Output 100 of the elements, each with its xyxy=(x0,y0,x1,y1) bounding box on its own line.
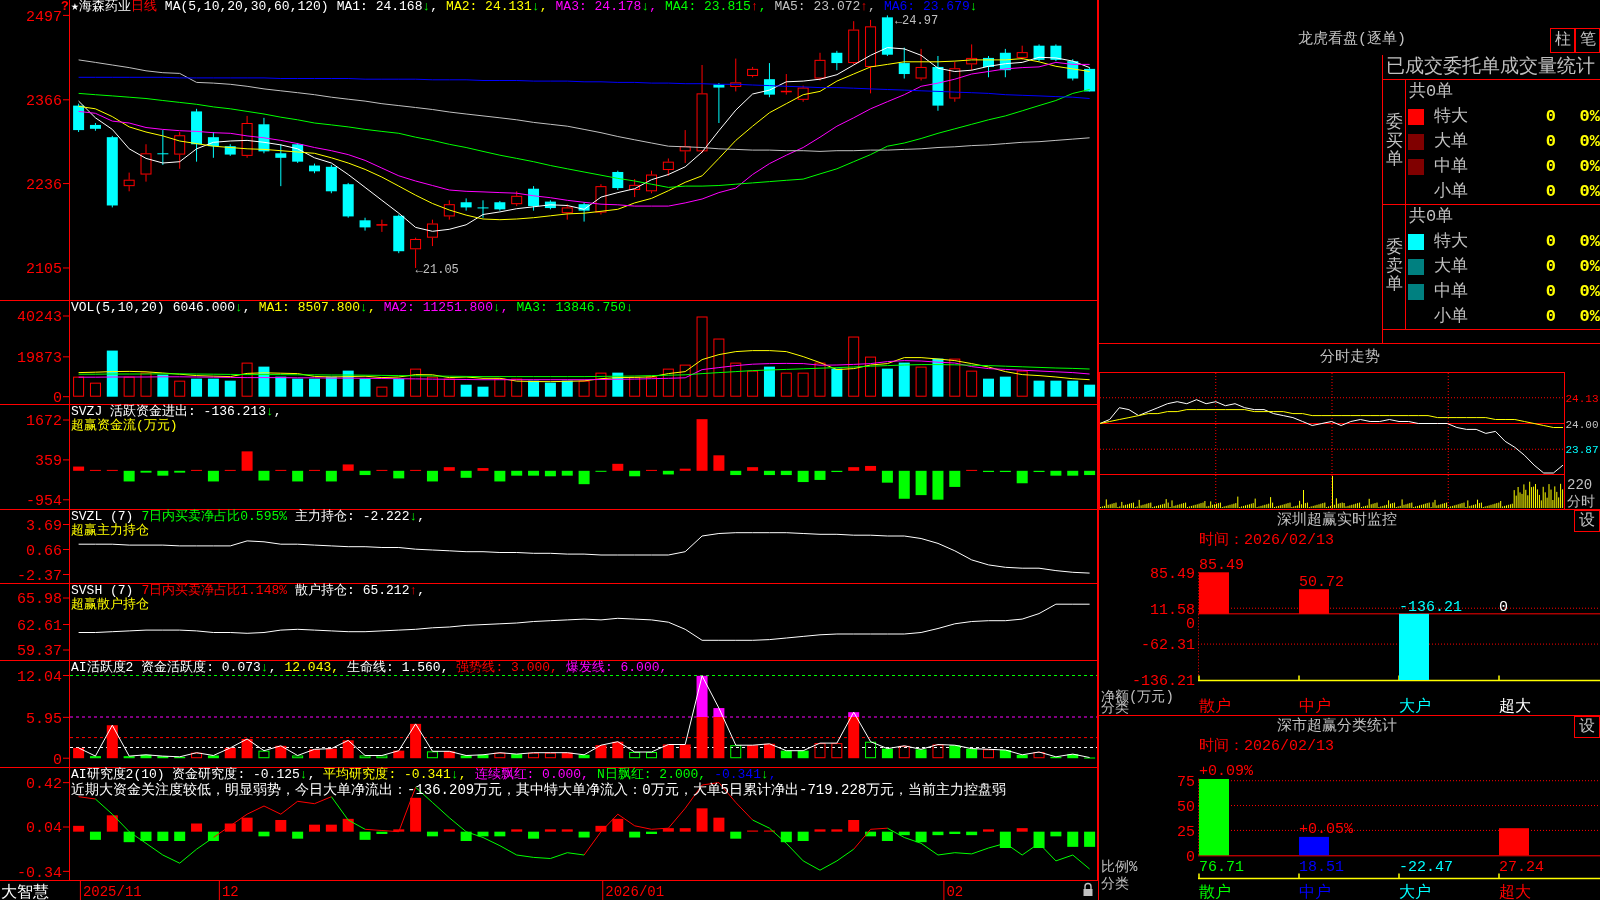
chart-bar xyxy=(983,829,994,832)
chart-bar xyxy=(443,467,455,471)
change-label: +0.05% xyxy=(1299,820,1353,838)
share-value: 0% xyxy=(1579,231,1600,251)
chart-bar xyxy=(443,751,455,759)
candle xyxy=(89,122,101,132)
chart-bar xyxy=(696,717,708,759)
chart-bar xyxy=(797,750,809,759)
chart-bar xyxy=(865,741,877,759)
chart-bar xyxy=(578,754,590,759)
chart-bar xyxy=(578,831,590,838)
help-button[interactable]: ? xyxy=(61,0,69,13)
candle xyxy=(848,20,860,65)
chart-bar xyxy=(831,829,843,832)
chart-bar xyxy=(528,831,540,839)
chart-bar xyxy=(1033,380,1045,397)
chart-bar xyxy=(1067,831,1079,847)
chart-bar xyxy=(544,382,556,397)
chart-bar xyxy=(747,745,759,759)
axis-label: 59.37 xyxy=(17,643,62,660)
value-label: -22.47 xyxy=(1399,859,1453,876)
axis-label: 0 xyxy=(53,751,62,767)
size-label: 小单 xyxy=(1434,306,1468,326)
axis-label: -62.31 xyxy=(1141,637,1195,655)
value-label: -136.21 xyxy=(1399,598,1462,616)
chart-bar xyxy=(157,470,169,476)
chart-bar xyxy=(292,378,304,397)
chart-bar xyxy=(275,745,287,759)
legend-value: 强势线: 3.000, xyxy=(456,661,558,675)
chart-bar xyxy=(191,378,203,397)
chart-bar xyxy=(292,755,304,759)
chart-bar xyxy=(241,739,253,759)
candle xyxy=(730,58,742,92)
chart-bar xyxy=(325,470,337,482)
chart-bar xyxy=(949,358,961,397)
chart-bar xyxy=(662,368,674,397)
axis-label: 62.61 xyxy=(17,617,62,635)
chart-bar xyxy=(309,824,320,832)
candle xyxy=(443,199,455,221)
axis-label: 19873 xyxy=(17,350,62,368)
indicator-title: 超赢散户持仓 xyxy=(71,597,149,612)
chart-bar xyxy=(662,744,674,759)
chart-bar xyxy=(258,470,270,481)
group-label: 委买单 xyxy=(1385,113,1403,171)
settings-button[interactable]: 设 xyxy=(1574,510,1600,532)
value-label: 18.51 xyxy=(1299,859,1344,876)
chart-bar xyxy=(376,831,388,834)
chart-bar xyxy=(747,370,759,397)
chart-bar xyxy=(646,831,657,834)
chart-bar xyxy=(949,831,961,834)
axis-label: 24.00 xyxy=(1565,418,1599,431)
share-value: 0% xyxy=(1579,181,1600,201)
chart-bar xyxy=(174,756,186,759)
chart-bar xyxy=(679,468,691,471)
size-label: 特大 xyxy=(1434,231,1468,251)
chart-bar xyxy=(561,470,573,476)
share-value: 0% xyxy=(1579,256,1600,276)
chart-bar xyxy=(224,823,236,832)
category-label: 大户 xyxy=(1399,698,1431,715)
chart-bar xyxy=(915,470,927,496)
chart-bar xyxy=(949,470,961,487)
chart-bar xyxy=(983,378,994,397)
chart-bar xyxy=(999,831,1011,848)
chart-bar xyxy=(898,362,910,397)
count-value: 0 xyxy=(1545,106,1556,126)
axis-label: 0.66 xyxy=(26,542,62,560)
candle xyxy=(157,129,169,166)
axis-title: 比例% xyxy=(1101,859,1138,875)
change-label: +0.09% xyxy=(1199,763,1253,780)
chart-bar xyxy=(865,465,877,471)
chart-bar xyxy=(1084,470,1096,476)
candle xyxy=(258,117,270,154)
chart-bar xyxy=(241,451,253,471)
chart-bar xyxy=(140,754,152,759)
legend-value: 爆发线: 6.000, xyxy=(565,661,668,675)
chart-bar xyxy=(797,372,809,397)
size-label: 大单 xyxy=(1434,131,1468,151)
candle xyxy=(477,199,489,219)
candle xyxy=(949,61,961,103)
date-label: 2026/01 xyxy=(605,884,665,900)
candle xyxy=(544,199,556,210)
chart-bar xyxy=(932,358,944,397)
chart-bar xyxy=(460,831,472,841)
chart-bar xyxy=(544,829,556,832)
candle xyxy=(999,48,1011,78)
chart-bar xyxy=(1050,831,1062,837)
candle xyxy=(174,131,186,170)
chart-bar xyxy=(376,386,388,397)
legend-value: N日飘红: 2.000, xyxy=(596,768,707,782)
chart-bar xyxy=(359,470,371,476)
view-toggle-button[interactable]: 笔 xyxy=(1575,28,1600,53)
chart-bar xyxy=(646,752,657,759)
chart-bar xyxy=(123,756,135,759)
settings-button[interactable]: 设 xyxy=(1574,716,1600,738)
chart-bar xyxy=(309,749,320,759)
candle xyxy=(494,200,506,212)
axis-label: 2366 xyxy=(26,93,62,111)
legend-value: 12.043, xyxy=(284,661,340,675)
view-toggle-button[interactable]: 柱 xyxy=(1550,28,1575,53)
candle xyxy=(578,201,590,223)
